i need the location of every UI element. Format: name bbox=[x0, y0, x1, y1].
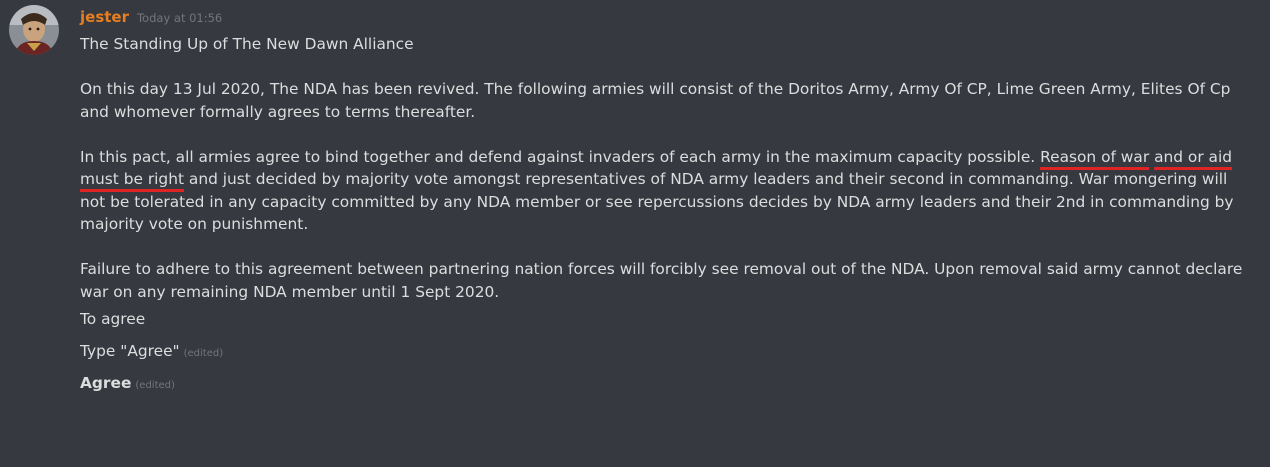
message-paragraph-2: In this pact, all armies agree to bind t… bbox=[80, 146, 1255, 236]
type-agree-text: Type "Agree" bbox=[80, 342, 180, 360]
underlined-phrase-1: Reason of war bbox=[1040, 147, 1150, 166]
message-title: The Standing Up of The New Dawn Alliance bbox=[80, 35, 414, 53]
author-name[interactable]: jester bbox=[80, 8, 129, 26]
agree-reply-text: Agree bbox=[80, 374, 132, 392]
edited-label: (edited) bbox=[183, 348, 224, 359]
message-header: jester Today at 01:56 bbox=[80, 8, 222, 28]
message-paragraph-1: On this day 13 Jul 2020, The NDA has bee… bbox=[80, 80, 1231, 121]
paragraph-2-text-a: In this pact, all armies agree to bind t… bbox=[80, 147, 1041, 166]
edited-label: (edited) bbox=[135, 380, 175, 391]
message-paragraph-3: Failure to adhere to this agreement betw… bbox=[80, 260, 1243, 301]
message-timestamp[interactable]: Today at 01:56 bbox=[137, 11, 222, 25]
avatar-portrait-icon bbox=[9, 5, 59, 55]
author-avatar[interactable] bbox=[9, 5, 59, 55]
message-content: The Standing Up of The New Dawn Alliance… bbox=[80, 33, 1255, 399]
agree-reply-line: Agree (edited) bbox=[80, 367, 1255, 399]
to-agree-line: To agree bbox=[80, 310, 146, 328]
type-agree-line: Type "Agree" (edited) bbox=[80, 335, 1255, 367]
paragraph-2-text-b: and just decided by majority vote amongs… bbox=[80, 170, 1234, 233]
